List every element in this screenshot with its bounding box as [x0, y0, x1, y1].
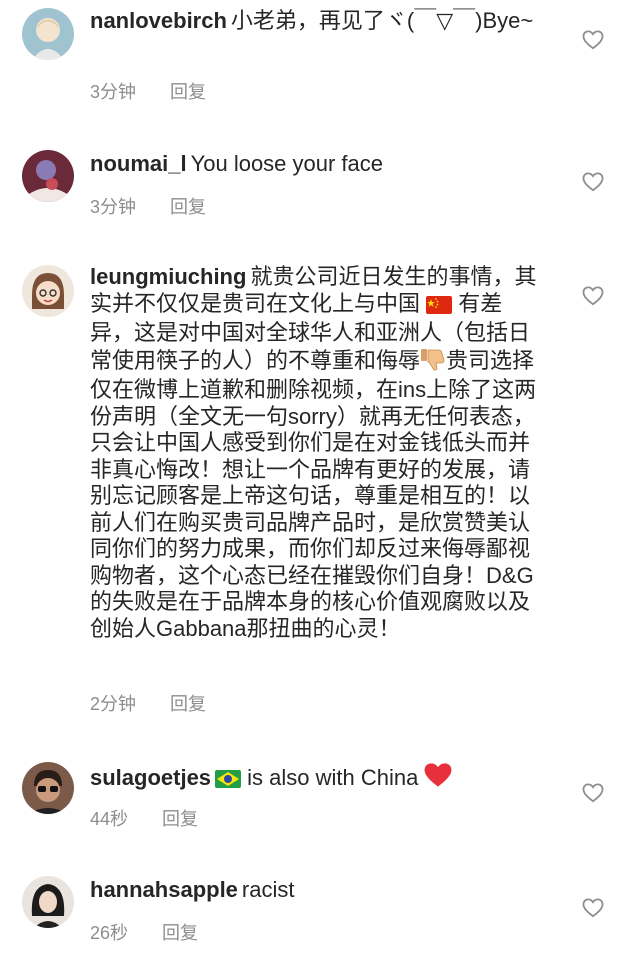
- reply-button[interactable]: 回复: [170, 690, 206, 716]
- comment-username[interactable]: nanlovebirch: [90, 8, 227, 33]
- comment-time: 44秒: [90, 809, 129, 829]
- china-flag-icon: [426, 294, 453, 321]
- comment-text: nanlovebirch 小老弟，再见了ヾ(￣▽￣)Bye~: [90, 8, 545, 35]
- like-button[interactable]: [582, 286, 604, 306]
- reply-button[interactable]: 回复: [170, 78, 206, 104]
- reply-button[interactable]: 回复: [162, 805, 198, 831]
- comment-body: is also with China: [247, 765, 419, 790]
- comment-meta: 44秒 回复: [90, 805, 232, 831]
- avatar[interactable]: [22, 762, 74, 814]
- heart-outline-icon: [582, 783, 604, 803]
- comment-text: sulagoetjes is also with China: [90, 762, 545, 795]
- avatar[interactable]: [22, 265, 74, 317]
- like-button[interactable]: [582, 898, 604, 918]
- like-button[interactable]: [582, 783, 604, 803]
- comment-text: hannahsapple racist: [90, 877, 545, 904]
- comment-meta: 3分钟 回复: [90, 193, 240, 219]
- comment-time: 2分钟: [90, 694, 137, 714]
- avatar-image: [22, 265, 74, 317]
- heart-outline-icon: [582, 30, 604, 50]
- comment-meta: 26秒 回复: [90, 919, 232, 945]
- red-heart-icon: [424, 762, 452, 795]
- comment-username[interactable]: sulagoetjes: [90, 765, 211, 790]
- comment-meta: 3分钟 回复: [90, 78, 240, 104]
- reply-button[interactable]: 回复: [162, 919, 198, 945]
- comment-username[interactable]: leungmiuching: [90, 264, 246, 289]
- comment-body-part3: 贵司选择仅在微博上道歉和删除视频，在ins上除了这两份声明（全文无一句sorry…: [90, 347, 537, 641]
- comment-time: 3分钟: [90, 82, 137, 102]
- comment-meta: 2分钟 回复: [90, 690, 240, 716]
- avatar-image: [22, 876, 74, 928]
- avatar[interactable]: [22, 876, 74, 928]
- heart-outline-icon: [582, 172, 604, 192]
- avatar-image: [22, 150, 74, 202]
- like-button[interactable]: [582, 30, 604, 50]
- like-button[interactable]: [582, 172, 604, 192]
- comment-username[interactable]: hannahsapple: [90, 877, 238, 902]
- comment-text: leungmiuching 就贵公司近日发生的事情，其实并不仅仅是贵司在文化上与中…: [90, 264, 545, 642]
- comment-time: 3分钟: [90, 197, 137, 217]
- comment-body: 小老弟，再见了ヾ(￣▽￣)Bye~: [230, 8, 534, 33]
- comment-username[interactable]: noumai_l: [90, 151, 187, 176]
- heart-outline-icon: [582, 286, 604, 306]
- avatar[interactable]: [22, 150, 74, 202]
- comment-time: 26秒: [90, 923, 129, 943]
- thumbs-down-icon: [420, 347, 446, 378]
- comment-body: You loose your face: [190, 151, 384, 176]
- avatar-image: [22, 762, 74, 814]
- heart-outline-icon: [582, 898, 604, 918]
- reply-button[interactable]: 回复: [170, 193, 206, 219]
- comment-text: noumai_l You loose your face: [90, 151, 545, 178]
- avatar[interactable]: [22, 8, 74, 60]
- avatar-image: [22, 8, 74, 60]
- brazil-flag-icon: [215, 768, 242, 795]
- comment-body: racist: [241, 877, 295, 902]
